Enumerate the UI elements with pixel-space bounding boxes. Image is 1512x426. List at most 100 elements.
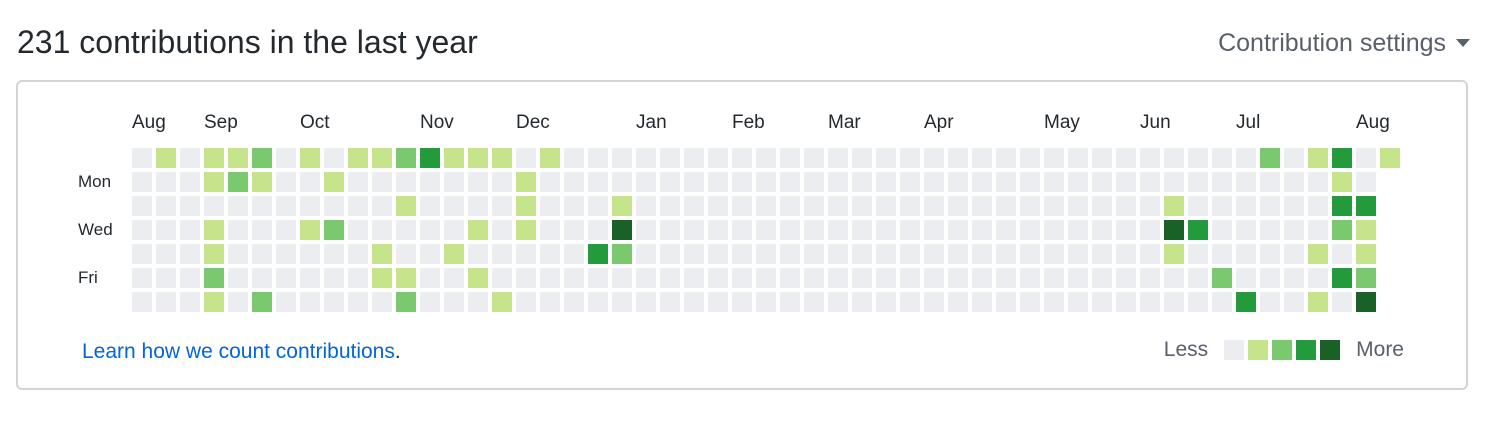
contribution-day-cell[interactable] (1332, 268, 1352, 288)
contribution-day-cell[interactable] (828, 244, 848, 264)
contribution-day-cell[interactable] (300, 148, 320, 168)
contribution-day-cell[interactable] (420, 172, 440, 192)
contribution-day-cell[interactable] (372, 172, 392, 192)
contribution-day-cell[interactable] (492, 244, 512, 264)
contribution-day-cell[interactable] (420, 244, 440, 264)
contribution-day-cell[interactable] (732, 220, 752, 240)
contribution-day-cell[interactable] (1092, 292, 1112, 312)
contribution-day-cell[interactable] (324, 268, 344, 288)
contribution-day-cell[interactable] (1188, 244, 1208, 264)
contribution-day-cell[interactable] (636, 292, 656, 312)
contribution-day-cell[interactable] (324, 292, 344, 312)
contribution-day-cell[interactable] (612, 148, 632, 168)
contribution-day-cell[interactable] (564, 148, 584, 168)
contribution-day-cell[interactable] (636, 220, 656, 240)
contribution-day-cell[interactable] (972, 196, 992, 216)
contribution-day-cell[interactable] (732, 196, 752, 216)
contribution-day-cell[interactable] (1332, 172, 1352, 192)
contribution-day-cell[interactable] (156, 292, 176, 312)
contribution-day-cell[interactable] (564, 268, 584, 288)
contribution-day-cell[interactable] (732, 172, 752, 192)
contribution-day-cell[interactable] (132, 196, 152, 216)
contribution-day-cell[interactable] (1140, 220, 1160, 240)
contribution-day-cell[interactable] (1284, 244, 1304, 264)
contribution-day-cell[interactable] (756, 172, 776, 192)
contribution-day-cell[interactable] (1212, 148, 1232, 168)
contribution-day-cell[interactable] (756, 148, 776, 168)
contribution-day-cell[interactable] (348, 244, 368, 264)
contribution-day-cell[interactable] (636, 172, 656, 192)
contribution-day-cell[interactable] (1188, 268, 1208, 288)
contribution-day-cell[interactable] (324, 220, 344, 240)
contribution-day-cell[interactable] (1092, 172, 1112, 192)
contribution-day-cell[interactable] (684, 148, 704, 168)
contribution-day-cell[interactable] (1140, 268, 1160, 288)
contribution-day-cell[interactable] (252, 268, 272, 288)
contribution-day-cell[interactable] (444, 244, 464, 264)
contribution-day-cell[interactable] (588, 172, 608, 192)
contribution-day-cell[interactable] (156, 196, 176, 216)
contribution-day-cell[interactable] (1188, 220, 1208, 240)
contribution-day-cell[interactable] (780, 196, 800, 216)
contribution-day-cell[interactable] (540, 292, 560, 312)
contribution-day-cell[interactable] (876, 244, 896, 264)
contribution-day-cell[interactable] (1356, 244, 1376, 264)
contribution-day-cell[interactable] (804, 292, 824, 312)
contribution-day-cell[interactable] (1020, 172, 1040, 192)
contribution-day-cell[interactable] (1140, 148, 1160, 168)
contribution-day-cell[interactable] (276, 268, 296, 288)
contribution-day-cell[interactable] (636, 196, 656, 216)
contribution-day-cell[interactable] (972, 292, 992, 312)
contribution-day-cell[interactable] (1356, 196, 1376, 216)
contribution-day-cell[interactable] (1044, 292, 1064, 312)
contribution-day-cell[interactable] (372, 196, 392, 216)
contribution-day-cell[interactable] (780, 220, 800, 240)
contribution-day-cell[interactable] (396, 268, 416, 288)
contribution-day-cell[interactable] (948, 268, 968, 288)
contribution-day-cell[interactable] (516, 196, 536, 216)
contribution-day-cell[interactable] (924, 172, 944, 192)
contribution-day-cell[interactable] (1260, 172, 1280, 192)
contribution-day-cell[interactable] (252, 292, 272, 312)
contribution-day-cell[interactable] (996, 268, 1016, 288)
contribution-day-cell[interactable] (444, 196, 464, 216)
contribution-day-cell[interactable] (564, 244, 584, 264)
contribution-day-cell[interactable] (780, 292, 800, 312)
contribution-day-cell[interactable] (1164, 244, 1184, 264)
contribution-day-cell[interactable] (1308, 196, 1328, 216)
contribution-day-cell[interactable] (972, 148, 992, 168)
contribution-day-cell[interactable] (204, 244, 224, 264)
contribution-day-cell[interactable] (516, 220, 536, 240)
contribution-day-cell[interactable] (132, 220, 152, 240)
contribution-day-cell[interactable] (732, 268, 752, 288)
contribution-day-cell[interactable] (804, 196, 824, 216)
contribution-day-cell[interactable] (132, 292, 152, 312)
contribution-day-cell[interactable] (588, 196, 608, 216)
contribution-day-cell[interactable] (156, 172, 176, 192)
contribution-day-cell[interactable] (660, 220, 680, 240)
contribution-day-cell[interactable] (708, 172, 728, 192)
contribution-day-cell[interactable] (1212, 244, 1232, 264)
contribution-day-cell[interactable] (948, 196, 968, 216)
contribution-day-cell[interactable] (252, 172, 272, 192)
contribution-day-cell[interactable] (1020, 268, 1040, 288)
contribution-day-cell[interactable] (948, 292, 968, 312)
contribution-day-cell[interactable] (708, 292, 728, 312)
contribution-day-cell[interactable] (972, 268, 992, 288)
contribution-day-cell[interactable] (156, 244, 176, 264)
contribution-day-cell[interactable] (708, 148, 728, 168)
contribution-day-cell[interactable] (1044, 244, 1064, 264)
contribution-day-cell[interactable] (900, 148, 920, 168)
contribution-day-cell[interactable] (348, 292, 368, 312)
contribution-day-cell[interactable] (444, 220, 464, 240)
contribution-day-cell[interactable] (372, 148, 392, 168)
contribution-day-cell[interactable] (852, 244, 872, 264)
contribution-day-cell[interactable] (1164, 172, 1184, 192)
contribution-day-cell[interactable] (684, 268, 704, 288)
contribution-day-cell[interactable] (1356, 220, 1376, 240)
contribution-day-cell[interactable] (1068, 220, 1088, 240)
contribution-day-cell[interactable] (180, 196, 200, 216)
contribution-day-cell[interactable] (228, 196, 248, 216)
contribution-day-cell[interactable] (828, 196, 848, 216)
contribution-day-cell[interactable] (228, 292, 248, 312)
